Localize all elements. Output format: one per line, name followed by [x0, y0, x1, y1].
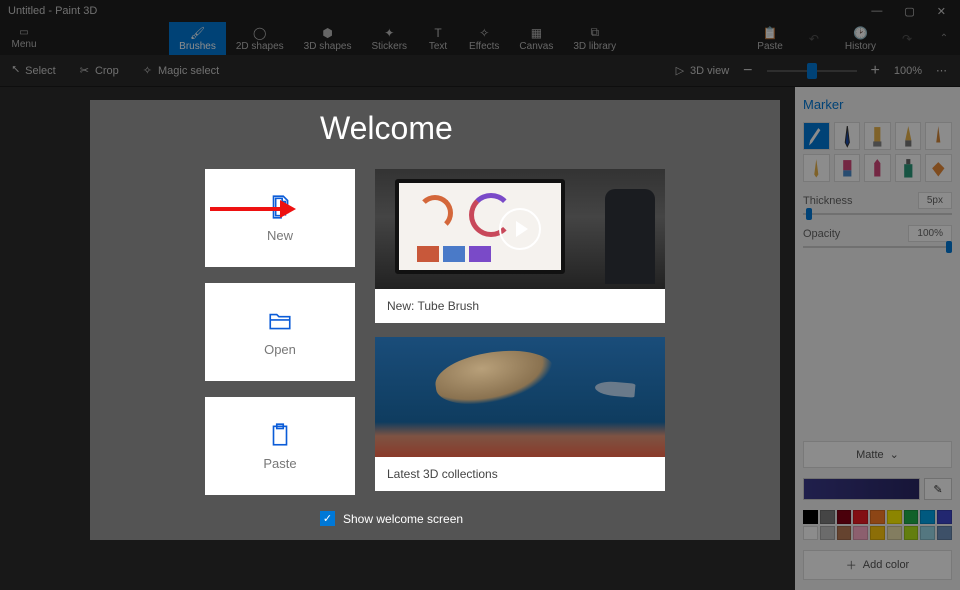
- annotation-arrow: [208, 196, 298, 222]
- video-thumbnail: [375, 169, 665, 289]
- card-label: New: Tube Brush: [375, 289, 665, 323]
- collections-thumbnail: [375, 337, 665, 457]
- welcome-heading: Welcome: [320, 110, 750, 147]
- welcome-dialog: Welcome New Open Paste: [90, 100, 780, 540]
- show-welcome-label: Show welcome screen: [343, 512, 463, 526]
- folder-icon: [267, 308, 293, 334]
- clipboard-icon: [267, 422, 293, 448]
- paste-button-welcome[interactable]: Paste: [205, 397, 355, 495]
- card-label: Latest 3D collections: [375, 457, 665, 491]
- open-button[interactable]: Open: [205, 283, 355, 381]
- whats-new-card[interactable]: New: Tube Brush: [375, 169, 665, 323]
- collections-card[interactable]: Latest 3D collections: [375, 337, 665, 491]
- play-icon: [499, 208, 541, 250]
- show-welcome-checkbox[interactable]: ✓: [320, 511, 335, 526]
